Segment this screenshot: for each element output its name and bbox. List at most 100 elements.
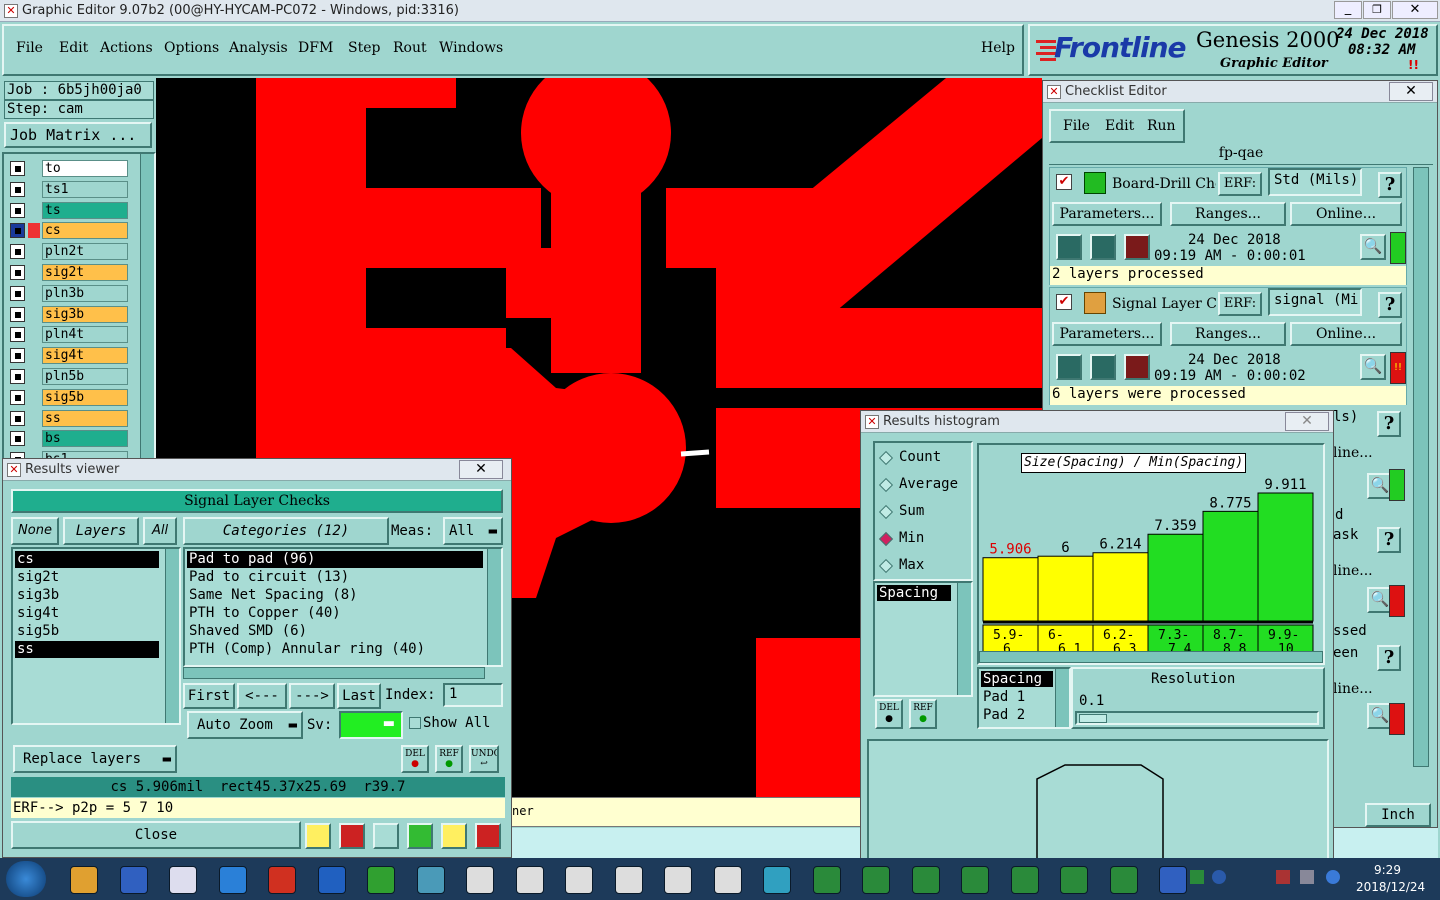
sv-color-dropdown[interactable]: ▬: [339, 711, 403, 739]
taskbar-app-icon[interactable]: [161, 862, 205, 898]
menu-file[interactable]: File: [16, 40, 43, 56]
layer-row[interactable]: sig2t: [10, 264, 128, 281]
layer-visibility-checkbox[interactable]: [10, 265, 25, 280]
tray-help-icon[interactable]: [1212, 870, 1226, 884]
results-close-button[interactable]: Close: [11, 821, 301, 849]
taskbar-app-icon[interactable]: [1151, 862, 1195, 898]
layers-tab[interactable]: Layers: [63, 517, 139, 545]
checklist-menu-file[interactable]: File: [1063, 118, 1090, 134]
stop-icon[interactable]: [1124, 234, 1150, 260]
online-button[interactable]: Online...: [1290, 322, 1402, 346]
layer-visibility-checkbox[interactable]: [10, 389, 25, 405]
layer-visibility-checkbox[interactable]: [10, 285, 25, 301]
index-input[interactable]: 1: [443, 683, 503, 707]
minimize-button[interactable]: _: [1334, 1, 1362, 19]
partial-help-3[interactable]: ?: [1377, 645, 1401, 671]
zoom-icon[interactable]: 🔍: [1360, 354, 1386, 380]
spacing-list-scrollbar[interactable]: [1055, 669, 1069, 727]
tool-icon-4[interactable]: [407, 823, 433, 849]
layer-row[interactable]: ss: [10, 409, 128, 427]
replace-layers-dropdown[interactable]: Replace layers ▬: [13, 745, 177, 773]
layer-name[interactable]: sig5b: [42, 388, 128, 406]
result-layer-item[interactable]: sig2t: [15, 569, 159, 586]
histogram-bar[interactable]: [1092, 552, 1149, 622]
layer-scrollbar[interactable]: [140, 154, 154, 458]
layer-row[interactable]: to: [10, 160, 128, 177]
zoom-icon[interactable]: 🔍: [1360, 234, 1386, 260]
tray-flag-icon[interactable]: [1276, 870, 1290, 884]
taskbar-app-icon[interactable]: [62, 862, 106, 898]
layer-visibility-checkbox[interactable]: [10, 181, 25, 197]
last-button[interactable]: Last: [337, 683, 381, 709]
aggregate-option[interactable]: Min: [878, 530, 969, 550]
units-button[interactable]: Inch: [1365, 803, 1431, 827]
layer-row[interactable]: sig4t: [10, 347, 128, 365]
auto-zoom-dropdown[interactable]: Auto Zoom ▬: [187, 711, 303, 739]
histogram-tool-icon[interactable]: [475, 823, 501, 849]
rv-undo-button[interactable]: UNDO ↩: [469, 745, 499, 773]
run-icon[interactable]: [1056, 354, 1082, 380]
rv-ref-button[interactable]: REF ●: [435, 745, 463, 773]
taskbar-app-icon[interactable]: [1102, 862, 1146, 898]
menu-options[interactable]: Options: [164, 40, 219, 56]
layer-row[interactable]: cs: [10, 222, 128, 240]
histogram-ref-button[interactable]: REF ●: [909, 699, 937, 729]
maximize-button[interactable]: ❐: [1363, 1, 1391, 19]
layer-name[interactable]: to: [42, 160, 128, 177]
menu-edit[interactable]: Edit: [59, 40, 88, 56]
result-layer-item[interactable]: ss: [15, 641, 159, 658]
categories-button[interactable]: Categories (12): [183, 517, 389, 545]
layer-name[interactable]: pln5b: [42, 368, 128, 385]
layer-name[interactable]: pln3b: [42, 284, 128, 302]
layer-visibility-checkbox[interactable]: [10, 161, 25, 176]
taskbar-app-icon[interactable]: [112, 862, 156, 898]
histogram-bar[interactable]: [1202, 510, 1259, 622]
menu-help[interactable]: Help: [981, 40, 1015, 56]
checklist-menu-run[interactable]: Run: [1147, 118, 1176, 134]
result-layer-item[interactable]: cs: [15, 551, 159, 568]
layer-row[interactable]: ts: [10, 201, 128, 219]
aggregate-option[interactable]: Count: [878, 449, 969, 469]
layer-visibility-checkbox[interactable]: [10, 244, 25, 260]
next-button[interactable]: --->: [289, 683, 335, 709]
category-list-scrollbar[interactable]: [487, 549, 501, 665]
taskbar-app-icon[interactable]: [458, 862, 502, 898]
checklist-close-button[interactable]: ✕: [1389, 82, 1433, 101]
parameters-button[interactable]: Parameters...: [1052, 202, 1162, 226]
histogram-bar[interactable]: [982, 557, 1039, 622]
partial-help-1[interactable]: ?: [1377, 411, 1401, 437]
taskbar-app-icon[interactable]: [211, 862, 255, 898]
taskbar-app-icon[interactable]: [409, 862, 453, 898]
radio-diamond-icon[interactable]: [878, 477, 894, 493]
layer-visibility-checkbox[interactable]: [10, 431, 25, 447]
result-layer-item[interactable]: sig3b: [15, 587, 159, 604]
meas-dropdown[interactable]: All ▬: [443, 517, 503, 545]
chart-hscrollbar[interactable]: [979, 651, 1323, 663]
all-button[interactable]: All: [143, 517, 177, 545]
stop-icon[interactable]: [1124, 354, 1150, 380]
histogram-bar[interactable]: [1257, 492, 1314, 622]
none-button[interactable]: None: [11, 517, 59, 545]
parameters-button[interactable]: Parameters...: [1052, 322, 1162, 346]
radio-diamond-icon[interactable]: [878, 531, 894, 547]
taskbar-app-icon[interactable]: [904, 862, 948, 898]
menu-rout[interactable]: Rout: [393, 40, 427, 56]
run-icon[interactable]: [1056, 234, 1082, 260]
result-category-item[interactable]: PTH (Comp) Annular ring (40): [187, 641, 483, 658]
ranges-button[interactable]: Ranges...: [1170, 202, 1286, 226]
histogram-bar[interactable]: [1037, 555, 1094, 622]
layer-name[interactable]: pln4t: [42, 326, 128, 344]
erf-value-field[interactable]: Std (Mils): [1268, 168, 1362, 196]
layer-visibility-checkbox[interactable]: [10, 369, 25, 384]
layer-name[interactable]: ts1: [42, 180, 128, 198]
tray-s-icon[interactable]: [1190, 870, 1204, 884]
result-category-item[interactable]: PTH to Copper (40): [187, 605, 483, 622]
layer-row[interactable]: pln5b: [10, 368, 128, 385]
layer-name[interactable]: ss: [42, 409, 128, 427]
category-hscrollbar[interactable]: [183, 667, 485, 679]
item-checkbox[interactable]: ✔: [1056, 174, 1072, 190]
tool-icon-1[interactable]: [305, 823, 331, 849]
layer-visibility-checkbox[interactable]: [10, 202, 25, 218]
prev-button[interactable]: <---: [237, 683, 287, 709]
spacing-list-item-spacing[interactable]: Spacing: [981, 671, 1053, 687]
